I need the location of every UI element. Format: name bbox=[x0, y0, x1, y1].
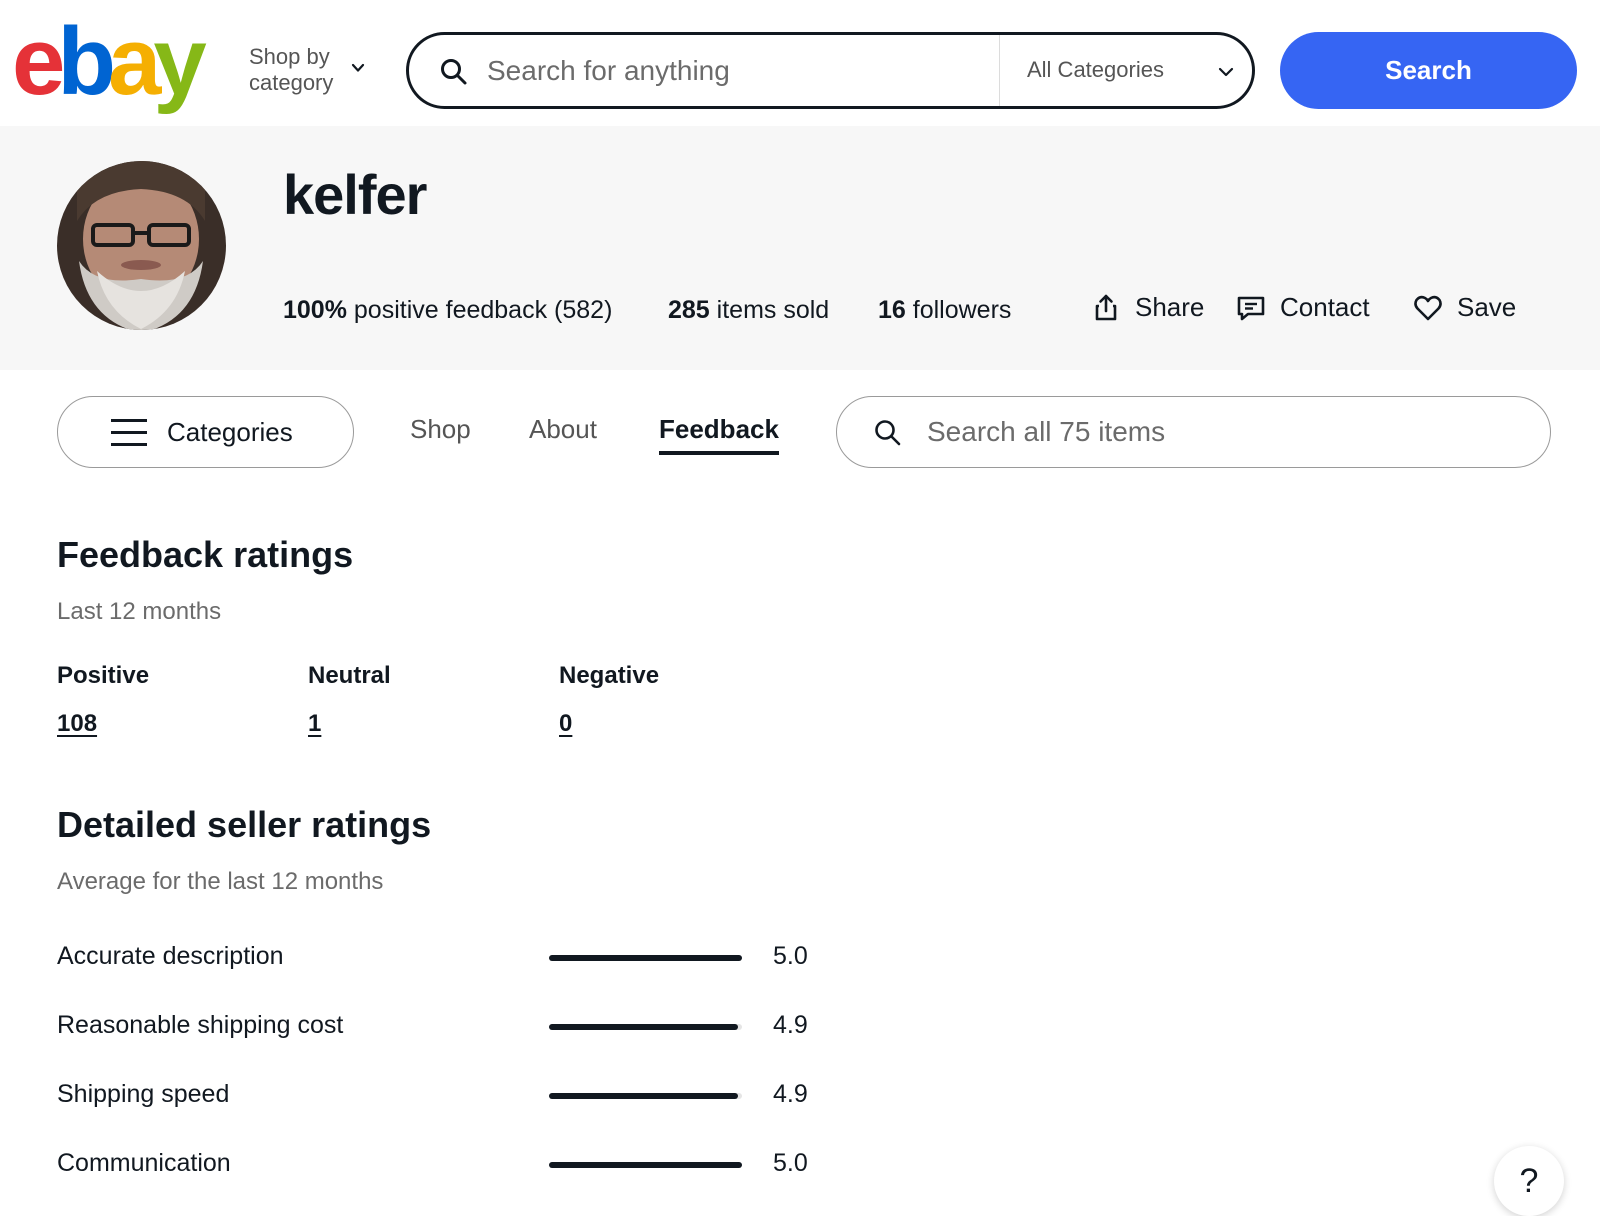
rating-label: Shipping speed bbox=[57, 1080, 230, 1108]
store-search-bar bbox=[836, 396, 1551, 468]
chevron-down-icon[interactable] bbox=[350, 60, 366, 76]
chevron-down-icon[interactable] bbox=[1217, 63, 1235, 81]
shop-by-label: Shop by bbox=[249, 44, 330, 69]
rating-value: 4.9 bbox=[773, 1011, 808, 1039]
store-search-input[interactable] bbox=[925, 409, 1525, 455]
search-input[interactable] bbox=[485, 45, 975, 97]
neutral-count-link[interactable]: 1 bbox=[308, 710, 321, 738]
message-icon bbox=[1237, 296, 1265, 320]
rating-bar-fill bbox=[549, 1162, 742, 1168]
global-header: ebay Shop by category All Categories Sea… bbox=[0, 0, 1600, 126]
rating-bar-track bbox=[549, 955, 742, 961]
rating-value: 5.0 bbox=[773, 942, 808, 970]
rating-value: 4.9 bbox=[773, 1080, 808, 1108]
followers-text: followers bbox=[912, 296, 1012, 324]
shop-by-category-button[interactable]: Shop by category bbox=[249, 44, 333, 96]
followers-stat: 16 followers bbox=[878, 296, 1011, 325]
search-divider bbox=[999, 35, 1000, 106]
share-icon bbox=[1095, 294, 1117, 320]
rating-label: Accurate description bbox=[57, 942, 284, 970]
rating-bar-track bbox=[549, 1162, 742, 1168]
detailed-ratings-heading: Detailed seller ratings bbox=[57, 804, 432, 845]
search-icon bbox=[875, 420, 901, 446]
rating-row: Shipping speed 4.9 bbox=[57, 1074, 857, 1114]
logo-letter-y: y bbox=[153, 8, 206, 115]
save-seller-button[interactable]: Save bbox=[1413, 292, 1516, 323]
search-icon bbox=[441, 59, 467, 85]
feedback-stat[interactable]: 100% positive feedback (582) bbox=[283, 296, 612, 325]
seller-profile-banner: kelfer 100% positive feedback (582) 285 … bbox=[0, 126, 1600, 370]
tab-feedback[interactable]: Feedback bbox=[659, 414, 779, 455]
rating-row: Communication 5.0 bbox=[57, 1143, 857, 1183]
category-label: category bbox=[249, 70, 334, 95]
rating-bar-fill bbox=[549, 1093, 739, 1099]
rating-label: Communication bbox=[57, 1149, 231, 1177]
feedback-text: positive feedback (582) bbox=[353, 296, 613, 324]
negative-label: Negative bbox=[559, 662, 660, 689]
contact-label: Contact bbox=[1280, 292, 1370, 322]
ebay-logo[interactable]: ebay bbox=[12, 8, 207, 115]
share-button[interactable]: Share bbox=[1091, 292, 1204, 323]
avatar-image bbox=[57, 161, 226, 330]
followers-count: 16 bbox=[878, 296, 906, 324]
heart-icon bbox=[1414, 295, 1442, 320]
feedback-percent: 100% bbox=[283, 296, 347, 324]
rating-bar-track bbox=[549, 1093, 742, 1099]
items-sold-text: items sold bbox=[716, 296, 830, 324]
positive-label: Positive bbox=[57, 662, 150, 689]
tab-shop[interactable]: Shop bbox=[410, 414, 471, 445]
feedback-period: Last 12 months bbox=[57, 598, 222, 625]
items-sold-stat: 285 items sold bbox=[668, 296, 829, 325]
logo-letter-b: b bbox=[57, 8, 116, 115]
rating-row: Reasonable shipping cost 4.9 bbox=[57, 1005, 857, 1045]
contact-button[interactable]: Contact bbox=[1236, 292, 1370, 323]
rating-label: Reasonable shipping cost bbox=[57, 1011, 344, 1039]
search-button[interactable]: Search bbox=[1280, 32, 1577, 109]
items-sold-count: 285 bbox=[668, 296, 710, 324]
rating-row: Accurate description 5.0 bbox=[57, 936, 857, 976]
menu-icon bbox=[111, 417, 147, 447]
global-search-bar: All Categories bbox=[406, 32, 1255, 109]
rating-bar-track bbox=[549, 1024, 742, 1030]
logo-letter-a: a bbox=[108, 8, 161, 115]
categories-label: Categories bbox=[167, 416, 293, 447]
category-select[interactable]: All Categories bbox=[1027, 57, 1164, 83]
rating-bar-fill bbox=[549, 955, 742, 961]
neutral-label: Neutral bbox=[308, 662, 391, 689]
positive-count-link[interactable]: 108 bbox=[57, 710, 97, 738]
categories-button[interactable]: Categories bbox=[57, 396, 354, 468]
seller-username: kelfer bbox=[283, 163, 427, 226]
rating-value: 5.0 bbox=[773, 1149, 808, 1177]
tab-about[interactable]: About bbox=[529, 414, 597, 445]
share-label: Share bbox=[1135, 292, 1205, 322]
negative-count-link[interactable]: 0 bbox=[559, 710, 572, 738]
save-label: Save bbox=[1457, 292, 1517, 322]
rating-bar-fill bbox=[549, 1024, 739, 1030]
detailed-ratings-period: Average for the last 12 months bbox=[57, 868, 384, 895]
logo-letter-e: e bbox=[12, 8, 65, 115]
avatar bbox=[57, 161, 226, 330]
feedback-ratings-heading: Feedback ratings bbox=[57, 534, 354, 575]
